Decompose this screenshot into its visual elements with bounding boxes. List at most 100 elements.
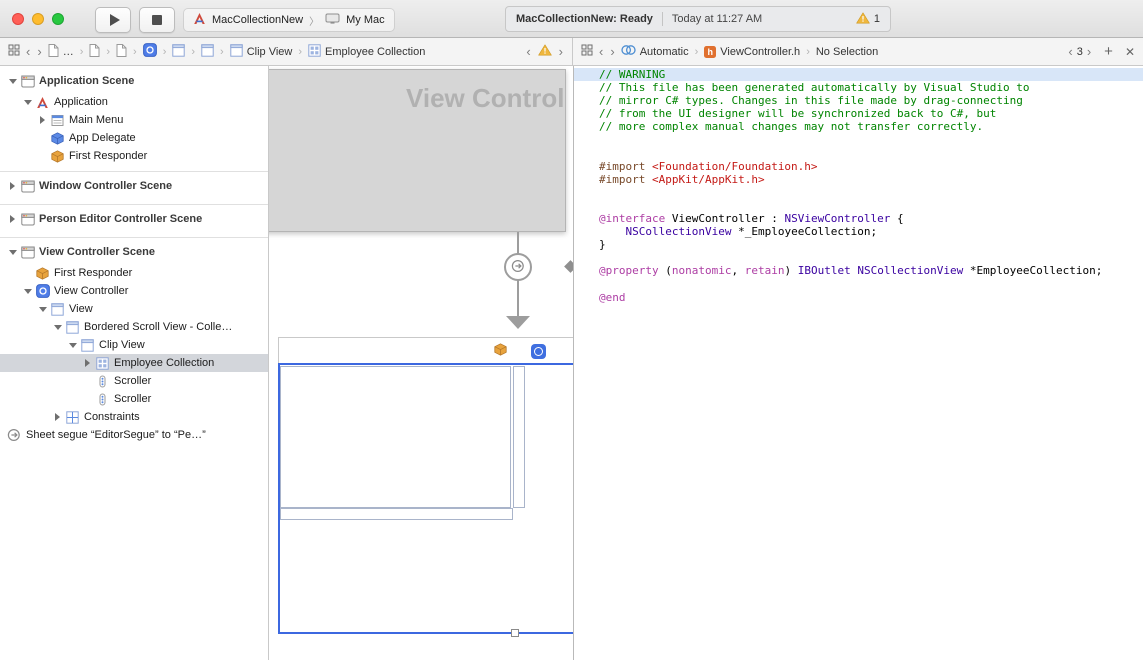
close-assistant-button[interactable]: ✕ [1125, 45, 1135, 59]
outline-item-constraints[interactable]: Constraints [0, 408, 268, 426]
minimize-button[interactable] [32, 13, 44, 25]
code-line-16: @property (nonatomic, retain) IBOutlet N… [574, 264, 1143, 277]
disclosure-triangle-icon[interactable] [6, 215, 19, 223]
disclosure-triangle-icon[interactable] [66, 343, 79, 348]
disclosure-triangle-icon[interactable] [51, 325, 64, 330]
outline-item-sheet-segue-editorsegue-to-pe[interactable]: Sheet segue “EditorSegue” to “Pe…” [0, 426, 268, 444]
view-icon [172, 44, 185, 60]
outline-item-view[interactable]: View [0, 300, 268, 318]
vertical-scroller[interactable] [513, 366, 525, 508]
outline-item-app-delegate[interactable]: App Delegate [0, 129, 268, 147]
horizontal-scroller[interactable] [280, 508, 513, 520]
previous-issue-button[interactable]: ‹ [525, 45, 531, 58]
view-controller-preview[interactable]: View Controller [269, 69, 566, 232]
related-items-icon[interactable] [8, 44, 20, 59]
view-icon [230, 44, 243, 60]
outline-item-first-responder[interactable]: First Responder [0, 264, 268, 282]
outline-item-main-menu[interactable]: Main Menu [0, 111, 268, 129]
disclosure-triangle-icon[interactable] [21, 289, 34, 294]
file-crumb[interactable]: h ViewController.h [704, 46, 800, 58]
outline-item-view-controller-scene[interactable]: View Controller Scene [0, 243, 268, 261]
outline-item-bordered-scroll-view-colle[interactable]: Bordered Scroll View - Colle… [0, 318, 268, 336]
next-counterpart-button[interactable]: › [1086, 45, 1092, 58]
crumb-label: … [63, 46, 74, 58]
back-button[interactable]: ‹ [25, 45, 31, 58]
outline-item-label: View Controller [54, 285, 128, 297]
ib-canvas[interactable]: View Controller [269, 66, 573, 660]
jumpbar-crumb[interactable] [143, 43, 157, 60]
outline-item-window-controller-scene[interactable]: Window Controller Scene [0, 177, 268, 195]
disclosure-triangle-icon[interactable] [36, 116, 49, 124]
back-button[interactable]: ‹ [598, 45, 604, 58]
disclosure-triangle-icon[interactable] [6, 182, 19, 190]
code-line-8: #import <Foundation/Foundation.h> [574, 160, 1143, 173]
outline-item-view-controller[interactable]: View Controller [0, 282, 268, 300]
cube-blue-icon [49, 132, 66, 145]
file-name: ViewController.h [720, 46, 800, 58]
selection-crumb[interactable]: No Selection [816, 46, 878, 58]
disclosure-triangle-icon[interactable] [21, 100, 34, 105]
source-editor[interactable]: // WARNING// This file has been generate… [573, 66, 1143, 660]
assistant-mode-crumb[interactable]: Automatic [621, 44, 689, 59]
next-issue-button[interactable]: › [558, 45, 564, 58]
disclosure-triangle-icon[interactable] [6, 79, 19, 84]
breadcrumb-separator: › [132, 46, 138, 58]
outline-item-clip-view[interactable]: Clip View [0, 336, 268, 354]
first-responder-icon[interactable] [492, 343, 508, 359]
code-line-4: // from the UI designer will be synchron… [574, 107, 1143, 120]
disclosure-triangle-icon[interactable] [51, 413, 64, 421]
segue-connector[interactable] [504, 253, 532, 281]
code-line-18: @end [574, 291, 1143, 304]
view-controller-title: View Controller [406, 83, 566, 114]
jumpbar-crumb[interactable] [116, 44, 127, 60]
outline-item-label: Main Menu [69, 114, 123, 126]
jumpbar-crumb[interactable] [201, 44, 214, 60]
outline-item-label: First Responder [54, 267, 132, 279]
disclosure-triangle-icon[interactable] [36, 307, 49, 312]
code-line-14: } [574, 238, 1143, 251]
forward-button[interactable]: › [609, 45, 615, 58]
outline-item-scroller[interactable]: Scroller [0, 372, 268, 390]
resize-handle[interactable] [511, 629, 519, 637]
issue-count[interactable]: 1 [856, 12, 880, 27]
doc-icon [89, 44, 100, 60]
disclosure-triangle-icon[interactable] [6, 250, 19, 255]
jumpbar-crumb[interactable] [172, 44, 185, 60]
jumpbar-crumb-employee-collection[interactable]: Employee Collection [308, 44, 425, 60]
jumpbar-crumb[interactable] [89, 44, 100, 60]
scene-icon [19, 75, 36, 88]
outline-item-application-scene[interactable]: Application Scene [0, 72, 268, 90]
run-button[interactable] [95, 7, 131, 33]
add-assistant-button[interactable]: + [1104, 43, 1113, 60]
warning-icon[interactable] [538, 44, 552, 59]
doc-icon [116, 44, 127, 60]
code-line-12: @interface ViewController : NSViewContro… [574, 212, 1143, 225]
mac-device-icon [325, 13, 340, 28]
assistant-mode-icon [621, 44, 636, 59]
breadcrumb-separator: › [694, 46, 700, 58]
jumpbar-crumb-clip-view[interactable]: Clip View [230, 44, 293, 60]
outline-item-scroller[interactable]: Scroller [0, 390, 268, 408]
related-items-icon[interactable] [581, 44, 593, 59]
warning-icon [856, 12, 870, 27]
jumpbar-crumb-[interactable]: … [48, 44, 74, 60]
outline-item-label: First Responder [69, 150, 147, 162]
view-controller-icon[interactable] [530, 343, 546, 359]
segue-icon [511, 259, 526, 276]
outline-item-first-responder[interactable]: First Responder [0, 147, 268, 165]
outline-item-person-editor-controller-scene[interactable]: Person Editor Controller Scene [0, 210, 268, 228]
collection-view-content-area[interactable] [280, 366, 511, 508]
code-line-1: // WARNING [574, 68, 1143, 81]
stop-button[interactable] [139, 7, 175, 33]
zoom-button[interactable] [52, 13, 64, 25]
crumb-label: Employee Collection [325, 46, 425, 58]
connection-well-diamond[interactable] [564, 260, 573, 273]
disclosure-triangle-icon[interactable] [81, 359, 94, 367]
chevron-right-icon: 〉 [309, 13, 319, 28]
close-button[interactable] [12, 13, 24, 25]
cube-orange-icon [34, 267, 51, 280]
forward-button[interactable]: › [36, 45, 42, 58]
outline-item-application[interactable]: Application [0, 93, 268, 111]
scheme-selector[interactable]: MacCollectionNew 〉 My Mac [183, 8, 395, 32]
outline-item-employee-collection[interactable]: Employee Collection [0, 354, 268, 372]
